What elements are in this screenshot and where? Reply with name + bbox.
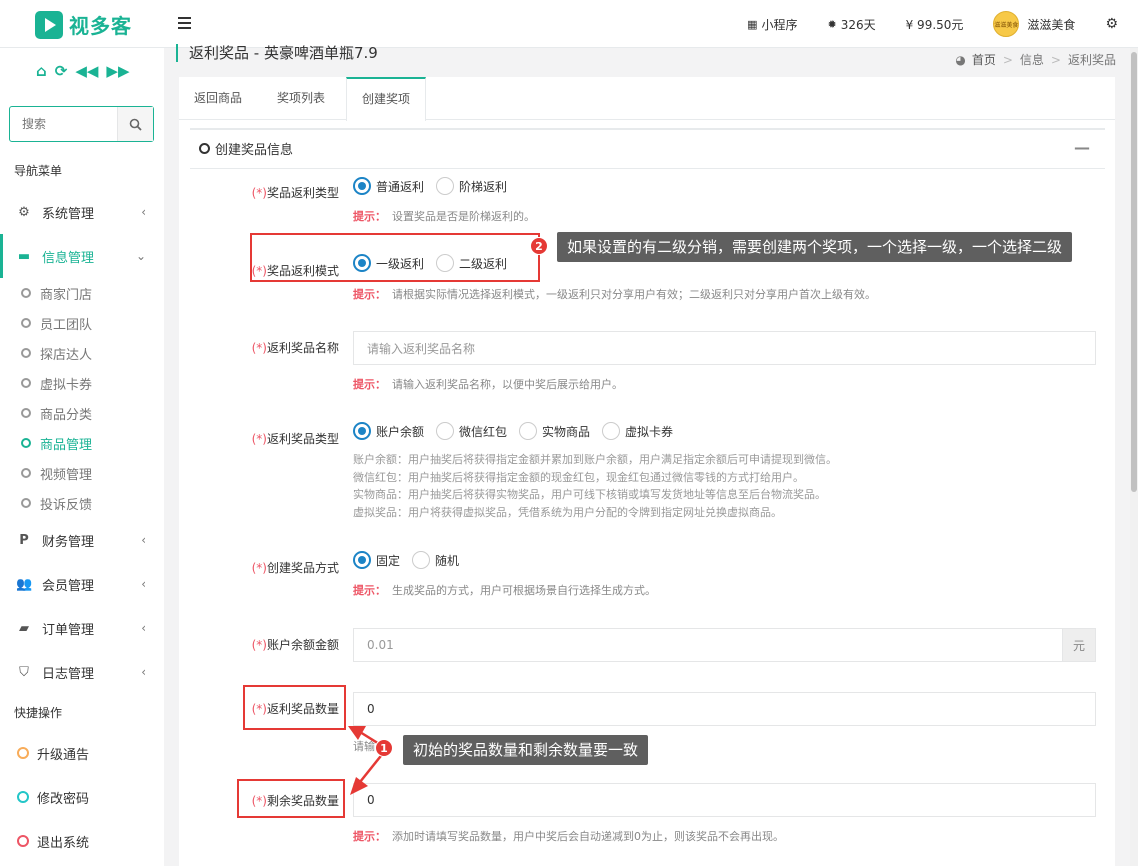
annotation-badge-2: 2 — [530, 237, 548, 255]
annotation-callout-2: 如果设置的有二级分销，需要创建两个奖项，一个选择一级，一个选择二级 — [557, 232, 1073, 262]
annotation-callout-1: 初始的奖品数量和剩余数量要一致 — [403, 735, 649, 765]
annotation-badge-1: 1 — [375, 739, 393, 757]
arrow-head — [350, 777, 368, 795]
